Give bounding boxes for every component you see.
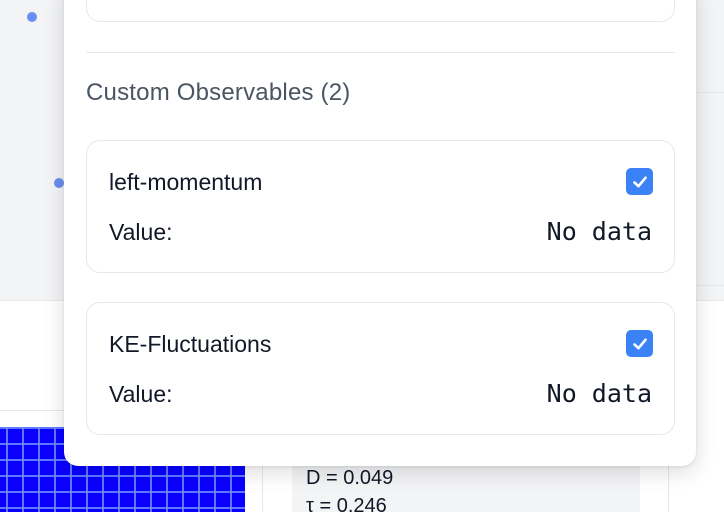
observable-checkbox[interactable] [626,168,653,195]
observables-popover: Custom Observables (2) left-momentum Val… [64,0,696,466]
value-label: Value: [109,381,173,407]
check-icon [632,338,647,349]
observable-name: left-momentum [109,169,263,195]
observable-checkbox[interactable] [626,330,653,357]
observable-value: No data [546,217,652,246]
divider [697,285,724,286]
value-label: Value: [109,219,173,245]
particle-dot [27,12,37,22]
observable-card-ke-fluctuations: KE-Fluctuations Value: No data [86,302,675,435]
diffusion-stat: D = 0.049 [306,467,394,489]
section-divider [86,52,675,53]
observable-value: No data [546,379,652,408]
section-title: Custom Observables (2) [86,79,351,106]
particle-dot [54,178,64,188]
tau-stat: τ = 0.246 [306,495,387,512]
observable-name: KE-Fluctuations [109,331,272,357]
check-icon [632,176,647,187]
observable-card-left-momentum: left-momentum Value: No data [86,140,675,273]
divider [697,92,724,93]
previous-card [86,0,675,22]
